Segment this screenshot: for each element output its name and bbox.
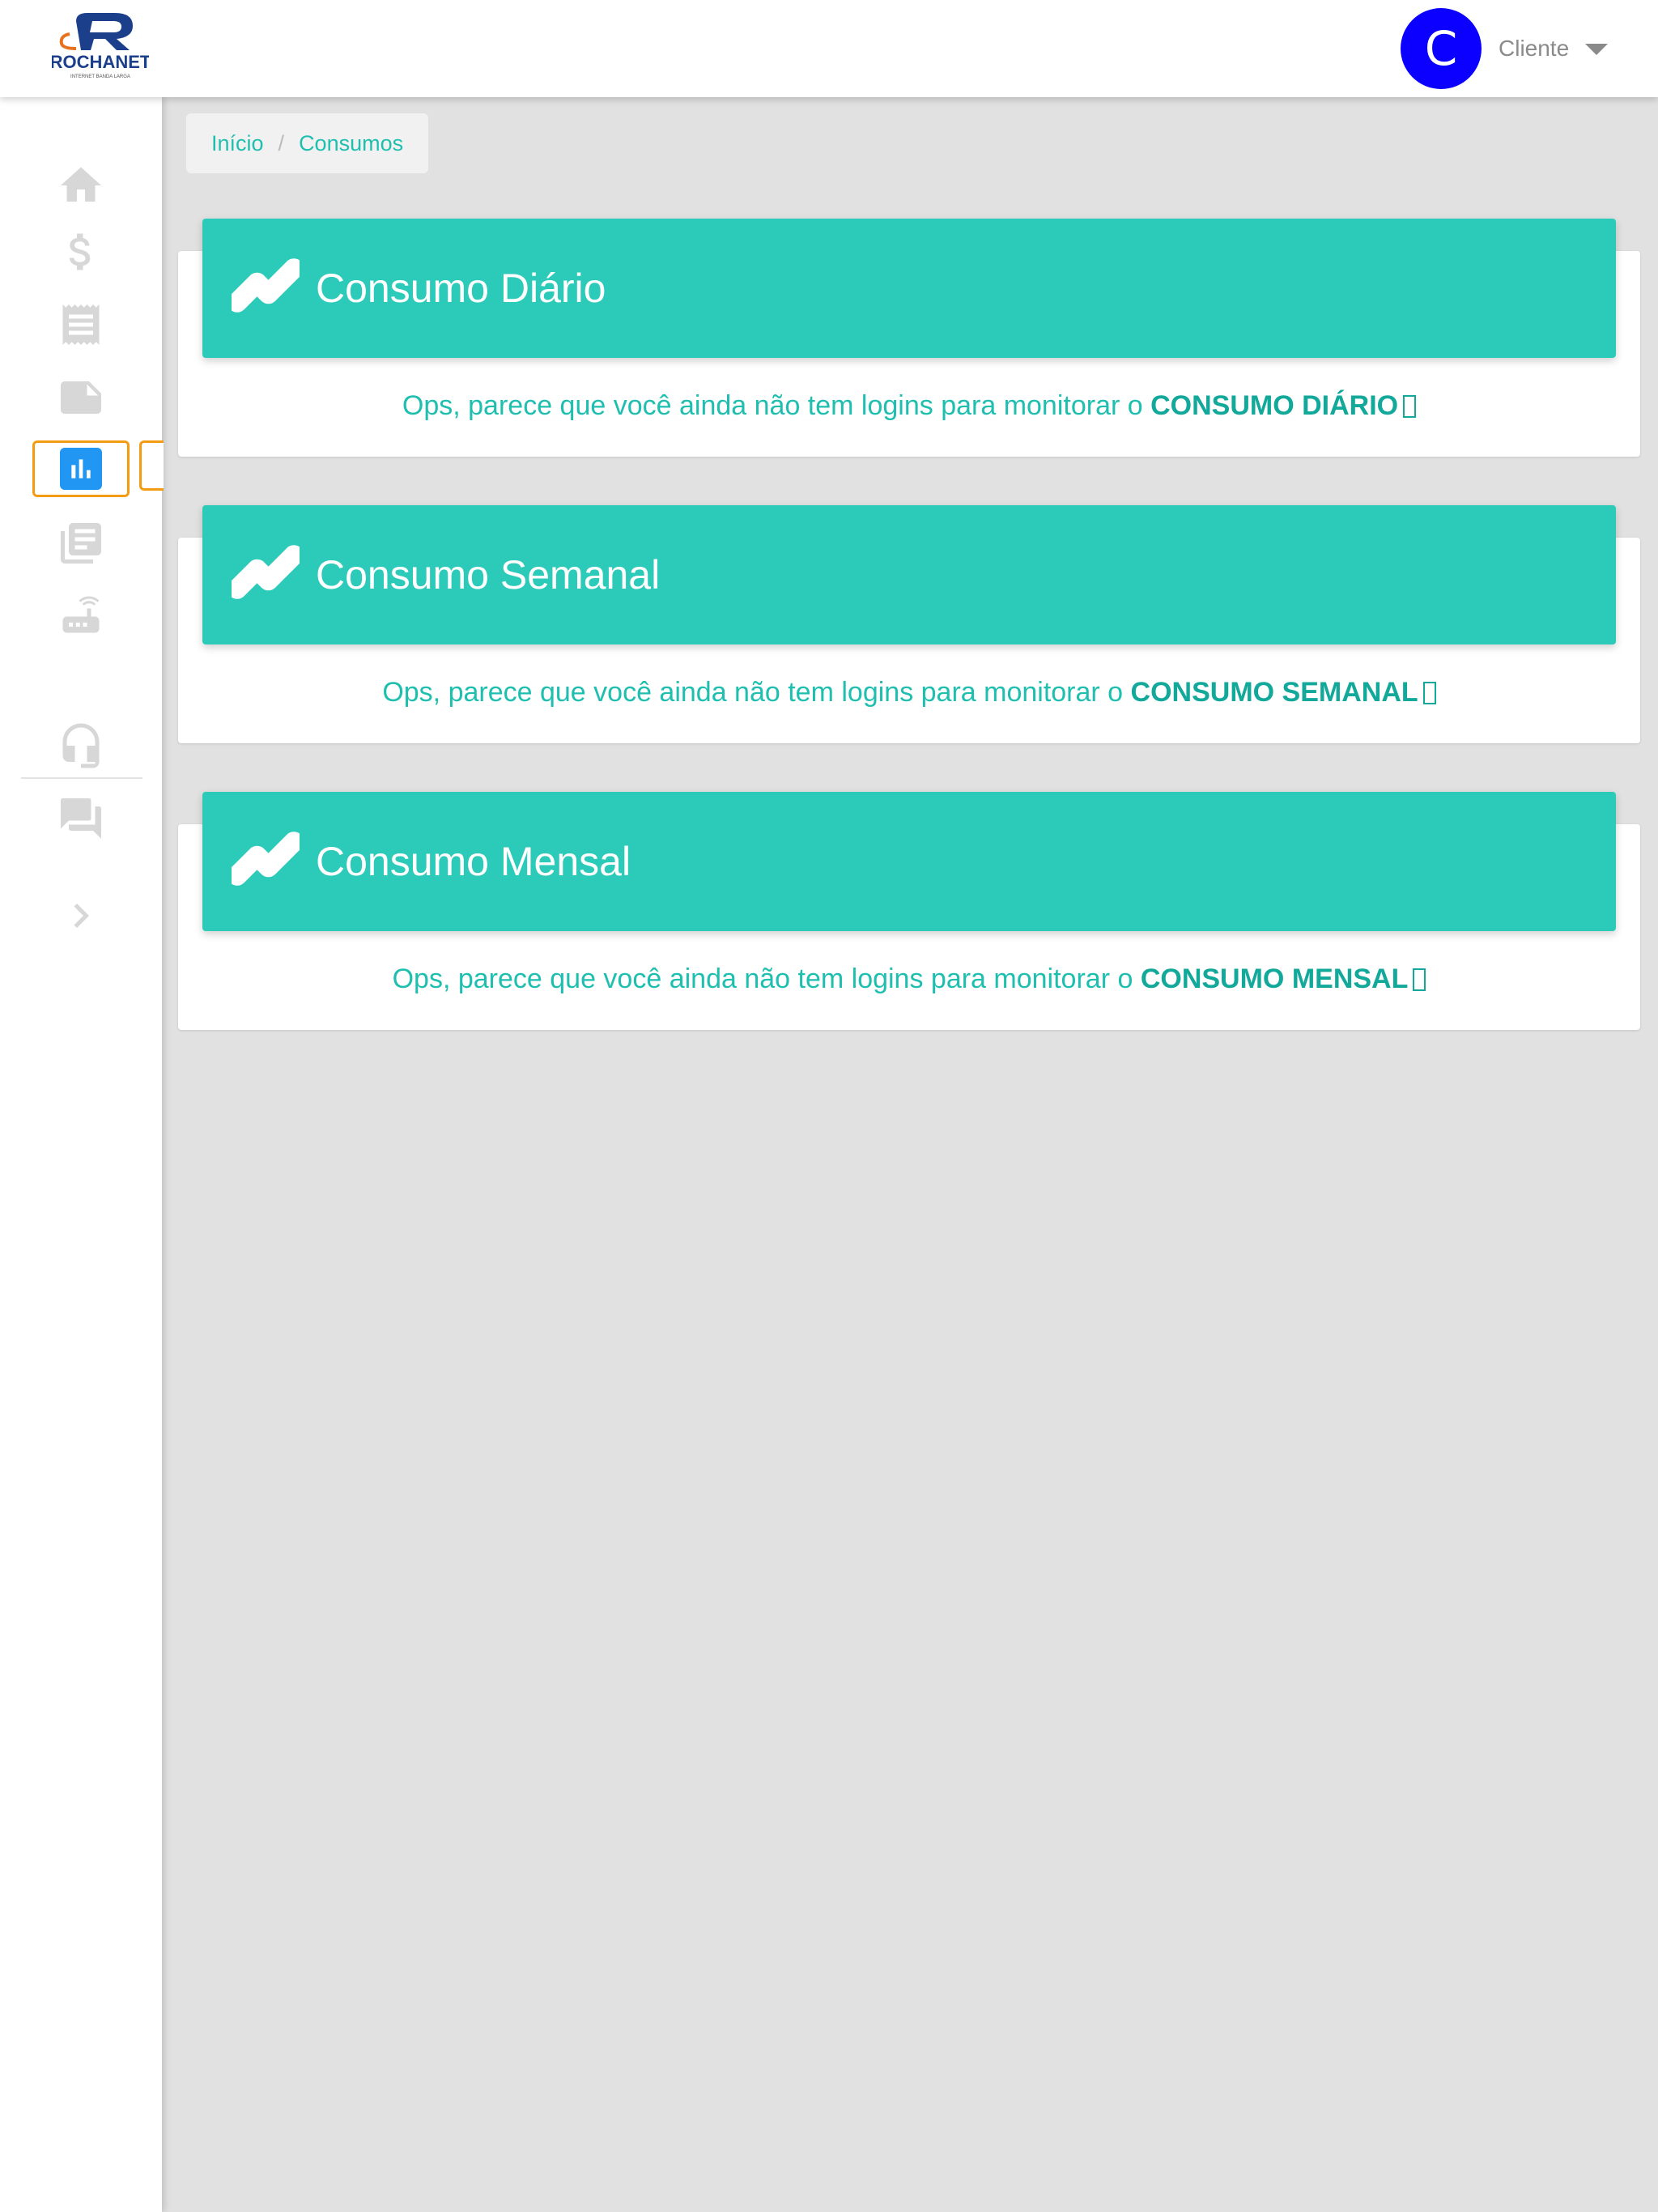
card-message-text: Ops, parece que você ainda não tem login… bbox=[382, 677, 1124, 708]
sidebar-divider bbox=[21, 777, 142, 779]
sidebar-expand[interactable] bbox=[32, 887, 130, 944]
card-message-highlight: CONSUMO MENSAL bbox=[1140, 963, 1409, 994]
sidebar-item-consumos[interactable] bbox=[32, 440, 130, 497]
chevron-right-icon bbox=[74, 904, 89, 928]
breadcrumb: Início / Consumos bbox=[186, 113, 429, 173]
logo-tagline: INTERNET BANDA LARGA bbox=[70, 74, 130, 79]
sidebar-item-home[interactable] bbox=[32, 157, 130, 214]
sidebar-item-financeiro[interactable] bbox=[32, 223, 130, 280]
user-name[interactable]: Cliente bbox=[1499, 32, 1569, 65]
card-title: Consumo Mensal bbox=[316, 839, 631, 884]
sidebar-item-atendimento[interactable] bbox=[32, 790, 130, 847]
forum-icon bbox=[61, 798, 101, 839]
emoji-placeholder-icon bbox=[1413, 968, 1426, 991]
card-message: Ops, parece que você ainda não tem login… bbox=[178, 963, 1640, 995]
card-message: Ops, parece que você ainda não tem login… bbox=[178, 677, 1640, 708]
sidebar-item-notas[interactable] bbox=[32, 369, 130, 426]
sidebar-item-conexao[interactable] bbox=[32, 586, 130, 643]
logo-text: ROCHANET bbox=[52, 52, 149, 72]
router-icon bbox=[62, 596, 100, 633]
card-header-consumo-mensal: Consumo Mensal bbox=[202, 792, 1616, 931]
emoji-placeholder-icon bbox=[1403, 395, 1417, 418]
note-icon bbox=[61, 381, 101, 414]
rochanet-logo[interactable]: ROCHANET INTERNET BANDA LARGA bbox=[50, 10, 151, 81]
home-icon bbox=[61, 167, 101, 202]
card-header-consumo-semanal: Consumo Semanal bbox=[202, 505, 1616, 644]
caret-down-icon[interactable] bbox=[1585, 44, 1608, 55]
card-message-highlight: CONSUMO SEMANAL bbox=[1130, 677, 1418, 708]
breadcrumb-current[interactable]: Consumos bbox=[299, 131, 403, 156]
bar-chart-icon bbox=[71, 459, 91, 479]
top-bar: ROCHANET INTERNET BANDA LARGA C Cliente bbox=[0, 0, 1658, 97]
card-message-text: Ops, parece que você ainda não tem login… bbox=[402, 390, 1143, 421]
card-message-highlight: CONSUMO DIÁRIO bbox=[1150, 390, 1399, 421]
sidebar-item-faturas[interactable] bbox=[32, 296, 130, 353]
receipt-icon bbox=[62, 304, 100, 345]
trending-up-icon bbox=[232, 545, 300, 599]
headset-icon bbox=[62, 723, 100, 768]
sidebar-item-documentos[interactable] bbox=[32, 515, 130, 572]
dollar-icon bbox=[69, 233, 91, 270]
breadcrumb-home-link[interactable]: Início bbox=[211, 131, 264, 156]
card-header-consumo-diario: Consumo Diário bbox=[202, 219, 1616, 358]
card-message: Ops, parece que você ainda não tem login… bbox=[178, 390, 1640, 422]
sidebar-item-suporte[interactable] bbox=[32, 717, 130, 774]
user-avatar[interactable]: C bbox=[1401, 8, 1482, 89]
trending-up-icon bbox=[232, 832, 300, 886]
card-title: Consumo Diário bbox=[316, 266, 606, 311]
active-indicator bbox=[60, 448, 102, 490]
breadcrumb-separator: / bbox=[278, 130, 285, 155]
library-icon bbox=[61, 523, 101, 564]
emoji-placeholder-icon bbox=[1422, 682, 1436, 704]
card-title: Consumo Semanal bbox=[316, 552, 661, 598]
sidebar bbox=[0, 97, 162, 2212]
card-message-text: Ops, parece que você ainda não tem login… bbox=[392, 963, 1133, 994]
sidebar-flyout-tab[interactable] bbox=[139, 440, 164, 491]
trending-up-icon bbox=[232, 258, 300, 313]
